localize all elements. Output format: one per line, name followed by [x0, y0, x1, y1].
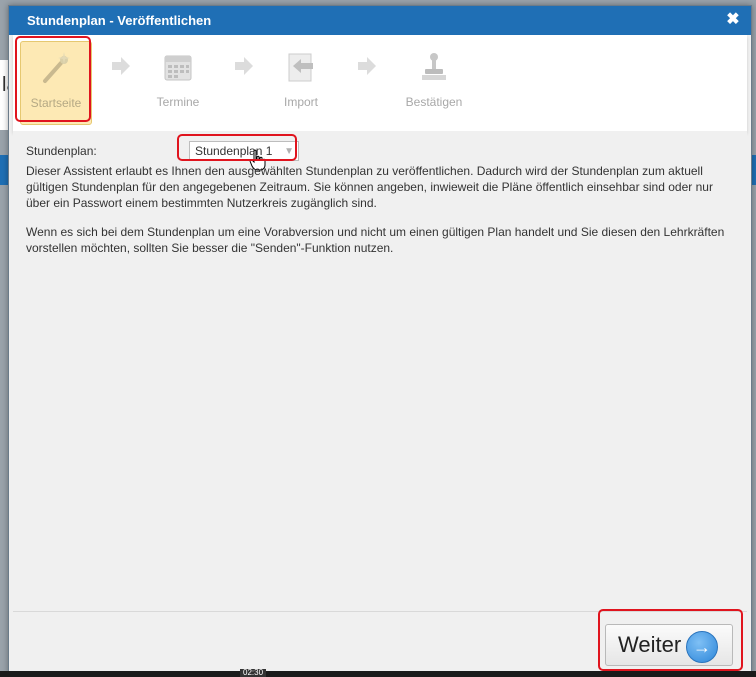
chevron-down-icon: ▼ — [284, 146, 294, 157]
stamp-icon — [416, 49, 452, 85]
step-label: Bestätigen — [405, 95, 463, 109]
background-bar-right — [752, 155, 756, 185]
video-progress-bar — [0, 671, 756, 677]
step-bestaetigen[interactable]: Bestätigen — [399, 41, 469, 123]
step-termine[interactable]: Termine — [143, 41, 213, 123]
hint-paragraph: Wenn es sich bei dem Stundenplan um eine… — [26, 225, 725, 255]
wizard-steps: Startseite Termine Import Bestätigen — [13, 35, 747, 132]
magic-wand-icon — [38, 50, 74, 86]
close-icon[interactable]: ✖ — [725, 12, 741, 28]
dialog-title: Stundenplan - Veröffentlichen — [27, 13, 212, 28]
step-label: Startseite — [30, 96, 82, 110]
step-import[interactable]: Import — [266, 41, 336, 123]
stundenplan-label: Stundenplan: — [26, 144, 97, 158]
next-button-label: Weiter — [618, 632, 682, 657]
dialog-footer: Weiter → — [13, 611, 747, 674]
step-label: Termine — [156, 95, 200, 109]
video-timestamp: 02:30 — [240, 669, 267, 677]
arrow-right-icon — [358, 57, 376, 75]
step-label: Import — [283, 95, 318, 109]
import-icon — [283, 49, 319, 85]
stundenplan-select[interactable]: Stundenplan 1 ▼ — [189, 141, 299, 161]
dialog-titlebar: Stundenplan - Veröffentlichen ✖ — [9, 6, 751, 35]
arrow-right-icon — [112, 57, 130, 75]
next-button[interactable]: Weiter → — [605, 624, 733, 666]
arrow-right-circle-icon: → — [686, 631, 718, 663]
publish-dialog: Stundenplan - Veröffentlichen ✖ Startsei… — [8, 5, 752, 675]
dialog-content: Stundenplan: Stundenplan 1 ▼ Dieser Assi… — [13, 131, 747, 611]
step-startseite[interactable]: Startseite — [20, 41, 92, 125]
arrow-right-icon — [235, 57, 253, 75]
intro-paragraph: Dieser Assistent erlaubt es Ihnen den au… — [26, 164, 713, 210]
calendar-icon — [160, 49, 196, 85]
